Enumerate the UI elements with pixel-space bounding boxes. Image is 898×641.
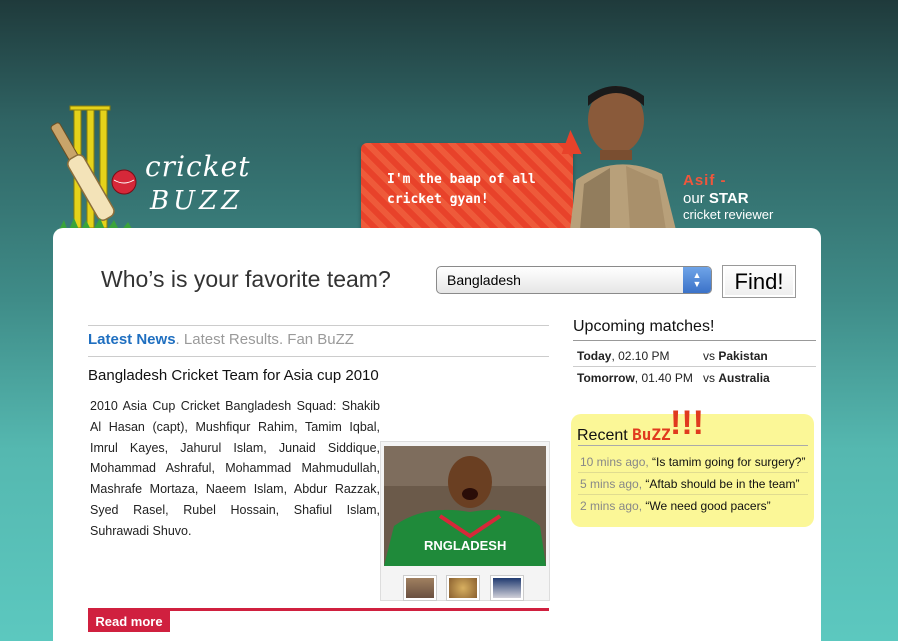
buzz-item[interactable]: 5 mins ago, “Aftab should be in the team… xyxy=(580,477,799,491)
tab-separator: . xyxy=(175,331,180,348)
star-tagline-prefix: our xyxy=(683,190,709,207)
buzz-text: “Aftab should be in the team” xyxy=(642,477,800,491)
divider xyxy=(578,494,808,495)
reviewer-photo xyxy=(570,84,676,230)
match-day: Today xyxy=(577,349,612,363)
match-item[interactable]: Today, 02.10 PM vs Pakistan xyxy=(577,349,768,363)
recent-buzz-title: Recent BuZZ xyxy=(577,425,671,445)
read-more-button[interactable]: Read more xyxy=(88,611,170,632)
buzz-title-word: BuZZ xyxy=(632,425,671,444)
tab-latest-news[interactable]: Latest News xyxy=(88,331,176,348)
thumbnail-1[interactable] xyxy=(403,575,437,601)
buzz-item[interactable]: 2 mins ago, “We need good pacers” xyxy=(580,499,771,513)
article-body: 2010 Asia Cup Cricket Bangladesh Squad: … xyxy=(90,399,380,538)
speech-bubble-text: I'm the baap of all cricket gyan! xyxy=(387,172,536,207)
buzz-time: 5 mins ago, xyxy=(580,477,643,491)
divider xyxy=(88,325,549,326)
match-time: , 01.40 PM xyxy=(634,371,693,385)
star-role: cricket reviewer xyxy=(683,207,774,222)
buzz-exclamation: !!! xyxy=(670,404,704,442)
star-tagline-strong: STAR xyxy=(708,190,749,207)
player-photo[interactable]: RNGLADESH xyxy=(384,446,546,566)
buzz-text: “Is tamim going for surgery?” xyxy=(648,455,806,469)
tab-separator: . xyxy=(278,331,284,348)
buzz-time: 10 mins ago, xyxy=(580,455,649,469)
match-item[interactable]: Tomorrow, 01.40 PM vs Australia xyxy=(577,371,770,385)
star-tagline: our STAR xyxy=(683,190,749,207)
match-day: Tomorrow xyxy=(577,371,635,385)
thumbnail-3[interactable] xyxy=(490,575,524,601)
match-team: Pakistan xyxy=(718,349,768,363)
divider xyxy=(573,366,816,367)
match-vs: vs xyxy=(703,349,719,363)
divider xyxy=(578,472,808,473)
match-time: , 02.10 PM xyxy=(611,349,670,363)
tab-fan-buzz[interactable]: Fan BuZZ xyxy=(287,331,354,348)
article-title[interactable]: Bangladesh Cricket Team for Asia cup 201… xyxy=(88,367,379,384)
divider xyxy=(573,340,816,341)
find-button[interactable]: Find! xyxy=(722,265,796,298)
buzz-title-prefix: Recent xyxy=(577,427,633,444)
select-arrows-icon: ▲ ▼ xyxy=(683,267,711,293)
divider xyxy=(88,356,549,357)
logo-text-buzz: BUZZ xyxy=(150,186,244,216)
divider xyxy=(578,445,808,446)
logo-text-cricket: cricket xyxy=(145,150,251,183)
jersey-text: RNGLADESH xyxy=(424,538,506,553)
favorite-team-label: Who’s is your favorite team? xyxy=(101,266,391,292)
tab-latest-results[interactable]: Latest Results xyxy=(184,331,279,348)
upcoming-matches-title: Upcoming matches! xyxy=(573,318,715,335)
news-tabs: Latest News. Latest Results. Fan BuZZ xyxy=(88,331,354,348)
match-team: Australia xyxy=(718,371,770,385)
buzz-time: 2 mins ago, xyxy=(580,499,643,513)
stumps-bat-icon xyxy=(50,105,144,236)
buzz-item[interactable]: 10 mins ago, “Is tamim going for surgery… xyxy=(580,455,805,469)
star-name: Asif - xyxy=(683,172,727,189)
match-vs: vs xyxy=(703,371,719,385)
team-select-value: Bangladesh xyxy=(447,272,521,288)
match-opponent: vs Pakistan xyxy=(703,349,768,363)
thumbnail-2[interactable] xyxy=(446,575,480,601)
team-select[interactable]: Bangladesh ▲ ▼ xyxy=(436,266,712,294)
buzz-text: “We need good pacers” xyxy=(642,499,771,513)
match-opponent: vs Australia xyxy=(703,371,770,385)
